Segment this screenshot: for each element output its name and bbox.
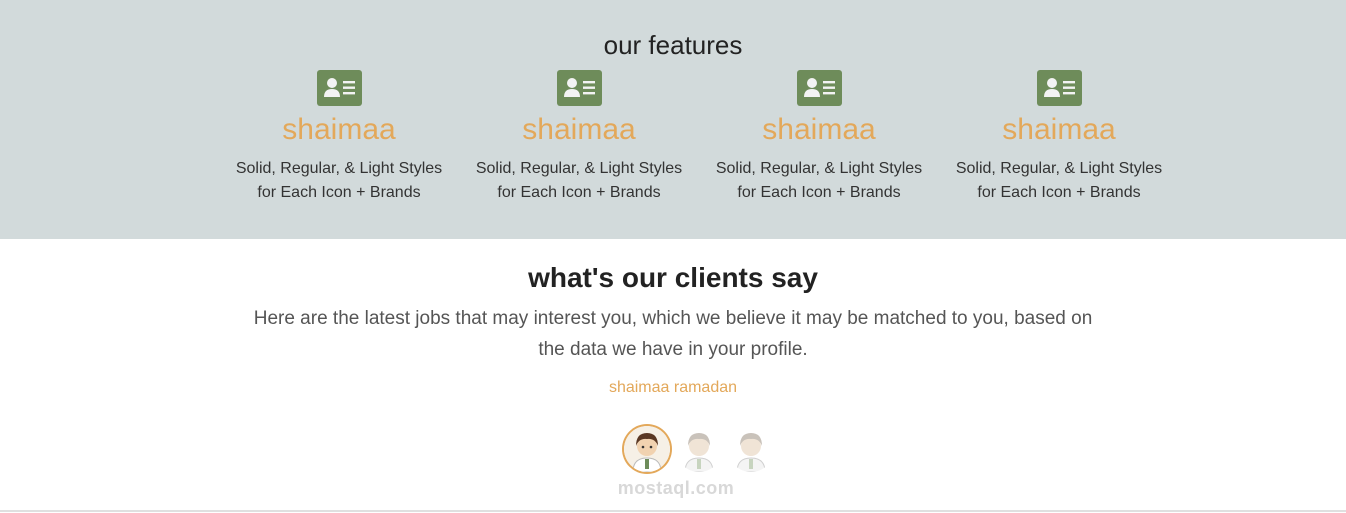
testimonial-text: Here are the latest jobs that may intere…	[253, 308, 1093, 360]
feature-desc-line: Solid, Regular, & Light Styles	[715, 160, 923, 177]
feature-description: Solid, Regular, & Light Styles for Each …	[464, 157, 694, 205]
feature-desc-line: Solid, Regular, & Light Styles	[475, 160, 683, 177]
feature-desc-line: for Each Icon + Brands	[977, 184, 1141, 201]
feature-desc-line: Solid, Regular, & Light Styles	[955, 160, 1163, 177]
feature-name: shaimaa	[282, 113, 396, 146]
feature-description: Solid, Regular, & Light Styles for Each …	[704, 157, 934, 205]
feature-name: shaimaa	[1002, 113, 1116, 146]
client-avatar-active[interactable]	[624, 426, 670, 472]
feature-desc-line: for Each Icon + Brands	[257, 184, 421, 201]
id-card-icon	[316, 70, 362, 106]
feature-card: shaimaa Solid, Regular, & Light Styles f…	[224, 70, 454, 205]
id-card-icon	[556, 70, 602, 106]
client-avatar[interactable]	[676, 426, 722, 472]
feature-desc-line: for Each Icon + Brands	[497, 184, 661, 201]
divider	[0, 510, 1346, 512]
features-title: our features	[603, 30, 743, 60]
id-card-icon	[796, 70, 842, 106]
feature-description: Solid, Regular, & Light Styles for Each …	[944, 157, 1174, 205]
feature-desc-line: for Each Icon + Brands	[737, 184, 901, 201]
avatar-carousel	[622, 426, 772, 476]
feature-description: Solid, Regular, & Light Styles for Each …	[224, 157, 454, 205]
feature-name: shaimaa	[522, 113, 636, 146]
id-card-icon	[1036, 70, 1082, 106]
feature-name: shaimaa	[762, 113, 876, 146]
feature-desc-line: Solid, Regular, & Light Styles	[235, 160, 443, 177]
features-section: our features shaimaa Solid, Regular, & L…	[0, 0, 1346, 239]
feature-card: shaimaa Solid, Regular, & Light Styles f…	[704, 70, 934, 205]
clients-title: what's our clients say	[528, 262, 818, 293]
watermark: mostaql.com	[617, 478, 735, 498]
client-name: shaimaa ramadan	[608, 379, 738, 396]
client-avatar[interactable]	[728, 426, 774, 472]
feature-card: shaimaa Solid, Regular, & Light Styles f…	[944, 70, 1174, 205]
feature-card: shaimaa Solid, Regular, & Light Styles f…	[464, 70, 694, 205]
